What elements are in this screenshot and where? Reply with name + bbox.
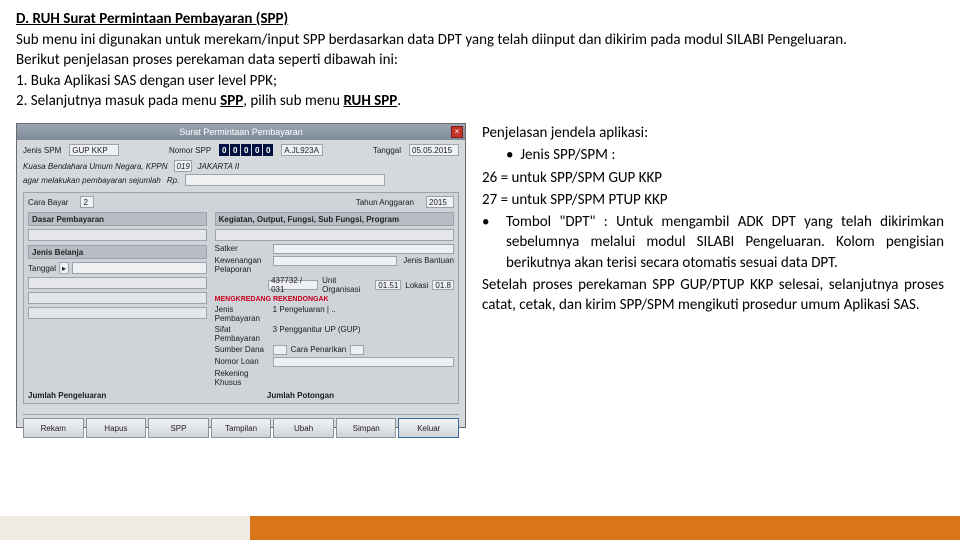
tahun-field[interactable]: 2015 (426, 196, 454, 208)
slide-footer (0, 516, 960, 540)
kppn-code-field[interactable]: 019 (174, 160, 192, 172)
dasar-header: Dasar Pembayaran (28, 212, 207, 226)
app-title: Surat Permintaan Pembayaran (179, 127, 303, 137)
section-heading: D. RUH Surat Permintaan Pembayaran (SPP) (16, 10, 944, 28)
nomor-spp-label: Nomor SPP (169, 146, 211, 155)
kegiatan-header: Kegiatan, Output, Fungsi, Sub Fungsi, Pr… (215, 212, 454, 226)
explain-heading: Penjelasan jendela aplikasi: (482, 123, 944, 143)
keluar-button[interactable]: Keluar (398, 418, 459, 438)
intro-para-1: Sub menu ini digunakan untuk merekam/inp… (16, 30, 944, 50)
jenis-belanja-header: Jenis Belanja (28, 245, 207, 259)
nomor-spp-counter: 00000 (219, 144, 273, 156)
explain-followup: Setelah proses perekaman SPP GUP/PTUP KK… (482, 275, 944, 316)
satker-value[interactable]: 437732 / 031 (268, 280, 318, 290)
tanggal-field[interactable]: 05.05.2015 (409, 144, 459, 156)
jumlah-pot-label: Jumlah Potongan (267, 391, 334, 400)
kppn-name: JAKARTA II (198, 162, 240, 171)
explain-bullet-2: • Tombol "DPT" : Untuk mengambil ADK DPT… (482, 212, 944, 273)
app-titlebar: Surat Permintaan Pembayaran × (17, 124, 465, 140)
explain-bullet-1: • Jenis SPP/SPM : (482, 145, 944, 165)
explain-26: 26 = untuk SPP/SPM GUP KKP (482, 168, 944, 188)
tanggal-label: Tanggal (373, 146, 401, 155)
nomor-suffix-field[interactable]: A.JL923A (281, 144, 323, 156)
jenis-spm-label: Jenis SPM (23, 146, 61, 155)
close-icon[interactable]: × (451, 126, 463, 138)
app-screenshot: Surat Permintaan Pembayaran × Jenis SPM … (16, 123, 466, 428)
simpan-button[interactable]: Simpan (336, 418, 397, 438)
explanation-block: Penjelasan jendela aplikasi: • Jenis SPP… (482, 123, 944, 317)
ubah-button[interactable]: Ubah (273, 418, 334, 438)
cara-bayar-field[interactable]: 2 (80, 196, 94, 208)
dasar-row[interactable] (28, 229, 207, 241)
intro-para-2: Berikut penjelasan proses perekaman data… (16, 50, 944, 70)
instruction-text: Kuasa Bendahara Umum Negara, KPPN 019 JA… (23, 160, 459, 186)
explain-27: 27 = untuk SPP/SPM PTUP KKP (482, 190, 944, 210)
red-warning: MENGKREDANG REKENDONGAK (215, 296, 454, 303)
jenis-spm-field[interactable]: GUP KKP (69, 144, 119, 156)
rekam-button[interactable]: Rekam (23, 418, 84, 438)
document-body: D. RUH Surat Permintaan Pembayaran (SPP)… (0, 0, 960, 428)
step-2: 2. Selanjutnya masuk pada menu SPP, pili… (16, 91, 944, 111)
tgl-arrow[interactable]: ▸ (59, 262, 69, 274)
jumlah-peng-label: Jumlah Pengeluaran (28, 391, 106, 400)
cara-bayar-label: Cara Bayar (28, 198, 68, 207)
spp-button[interactable]: SPP (148, 418, 209, 438)
step-1: 1. Buka Aplikasi SAS dengan user level P… (16, 71, 944, 91)
tampilan-button[interactable]: Tampilan (211, 418, 272, 438)
jumlah-field[interactable] (185, 174, 385, 186)
tgl-field[interactable] (72, 262, 207, 274)
tahun-label: Tahun Anggaran (356, 198, 414, 207)
main-panel: Cara Bayar 2 Tahun Anggaran 2015 Dasar P… (23, 192, 459, 404)
button-bar: Rekam Hapus SPP Tampilan Ubah Simpan Kel… (23, 414, 459, 438)
hapus-button[interactable]: Hapus (86, 418, 147, 438)
